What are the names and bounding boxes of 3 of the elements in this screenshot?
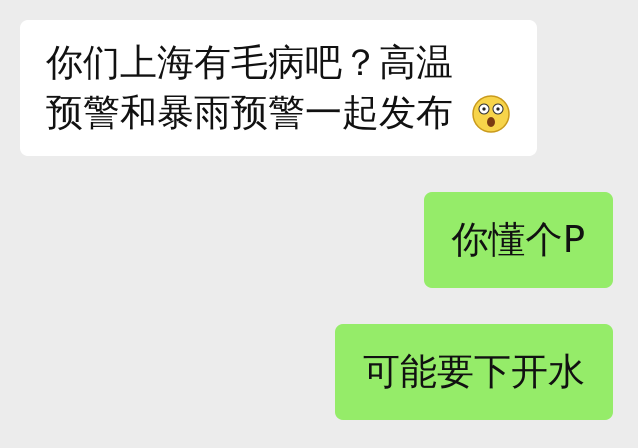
message-text: 你们上海有毛病吧？高温预警和暴雨预警一起发布 [46, 40, 454, 136]
message-text: 你懂个P [452, 217, 585, 263]
message-text: 可能要下开水 [363, 349, 585, 395]
